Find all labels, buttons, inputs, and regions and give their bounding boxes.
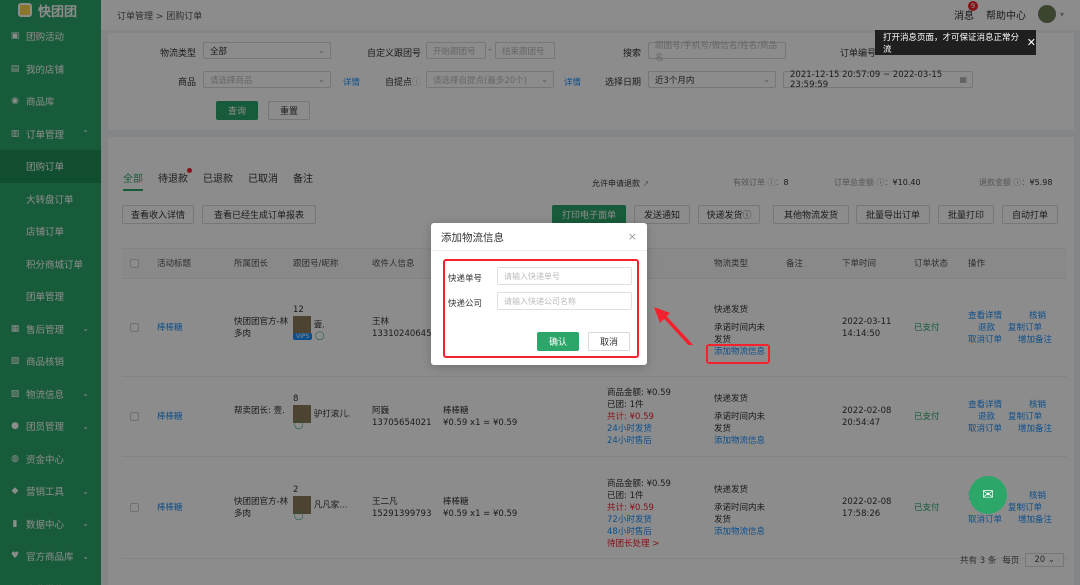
modal-divider (431, 250, 647, 251)
cancel-button[interactable]: 取消 (588, 332, 630, 351)
modal-title: 添加物流信息 (441, 232, 504, 244)
highlight-add-logistics (706, 344, 770, 364)
mail-icon: ✉ (982, 487, 994, 503)
pointer-arrow (654, 307, 694, 345)
arrow-shaft (661, 313, 694, 345)
close-icon[interactable]: × (628, 230, 637, 243)
close-icon[interactable]: ✕ (1027, 36, 1036, 49)
message-fab[interactable]: ✉ (969, 476, 1007, 514)
add-logistics-modal: 添加物流信息 × 快递单号 请输入快递单号 快递公司 请输入快递公司名称 确认 … (431, 223, 647, 365)
message-tooltip: 打开消息页面，才可保证消息正常分流 ✕ (875, 30, 1036, 55)
confirm-button[interactable]: 确认 (537, 332, 579, 351)
